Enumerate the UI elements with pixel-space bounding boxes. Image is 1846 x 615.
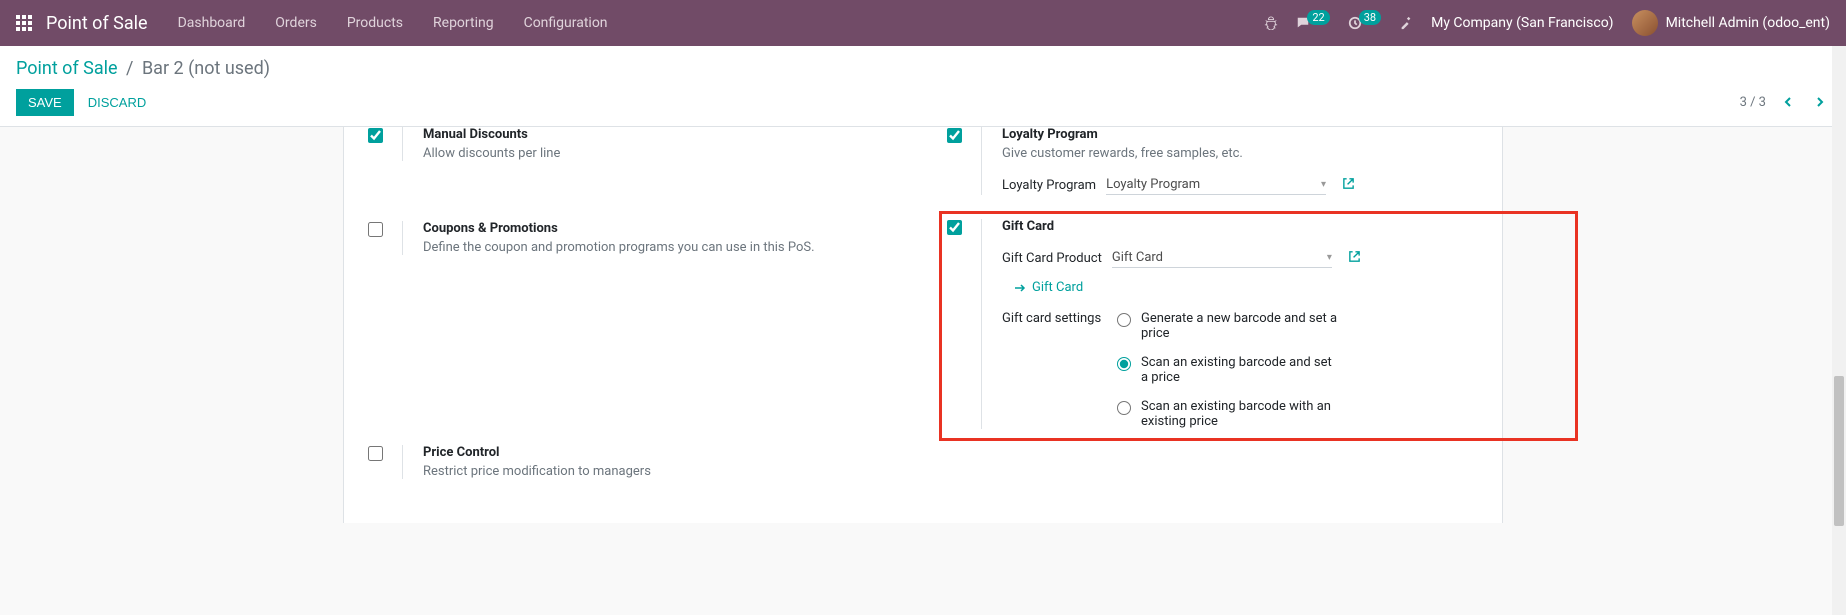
pager-prev[interactable] [1778,93,1798,112]
setting-manual-discounts: Manual Discounts Allow discounts per lin… [368,127,899,161]
company-selector[interactable]: My Company (San Francisco) [1431,15,1613,31]
nav-dashboard[interactable]: Dashboard [178,15,246,31]
gift-card-radio-scan-set[interactable]: Scan an existing barcode and set a price [1117,355,1478,385]
breadcrumb-current: Bar 2 (not used) [142,58,270,79]
content: Manual Discounts Allow discounts per lin… [0,127,1846,523]
form-sheet: Manual Discounts Allow discounts per lin… [343,127,1503,523]
save-button[interactable]: SAVE [16,89,74,116]
scrollbar-thumb[interactable] [1834,376,1844,526]
external-link-icon[interactable] [1348,250,1361,267]
gift-card-settings-label: Gift card settings [1002,311,1107,326]
nav-right: 22 38 My Company (San Francisco) Mitchel… [1264,10,1830,36]
loyalty-desc: Give customer rewards, free samples, etc… [1002,146,1478,161]
user-name: Mitchell Admin (odoo_ent) [1666,15,1830,31]
pager-next[interactable] [1810,93,1830,112]
activity-icon[interactable]: 38 [1348,16,1381,31]
gift-card-checkbox[interactable] [947,220,962,235]
activity-badge: 38 [1359,10,1381,25]
subheader: Point of Sale / Bar 2 (not used) SAVE DI… [0,46,1846,127]
external-link-icon[interactable] [1342,177,1355,194]
setting-coupons: Coupons & Promotions Define the coupon a… [368,221,899,255]
loyalty-title: Loyalty Program [1002,127,1478,142]
loyalty-program-select[interactable]: Loyalty Program ▾ [1106,175,1326,195]
setting-price-control: Price Control Restrict price modificatio… [368,445,899,479]
messages-badge: 22 [1307,10,1329,25]
chevron-down-icon: ▾ [1327,252,1332,263]
gift-card-link[interactable]: Gift Card [1014,280,1083,295]
loyalty-checkbox[interactable] [947,128,962,143]
apps-icon[interactable] [16,15,32,31]
breadcrumb-root[interactable]: Point of Sale [16,58,118,79]
loyalty-field-label: Loyalty Program [1002,178,1096,193]
price-control-title: Price Control [423,445,899,460]
nav-reporting[interactable]: Reporting [433,15,494,31]
setting-gift-card: Gift Card Gift Card Product Gift Card ▾ [947,219,1478,429]
gift-card-radio-generate[interactable]: Generate a new barcode and set a price [1117,311,1478,341]
manual-discounts-checkbox[interactable] [368,128,383,143]
scrollbar[interactable] [1832,46,1846,615]
manual-discounts-title: Manual Discounts [423,127,899,142]
coupons-desc: Define the coupon and promotion programs… [423,240,899,255]
app-title[interactable]: Point of Sale [46,13,148,34]
nav-configuration[interactable]: Configuration [524,15,608,31]
gift-card-product-select[interactable]: Gift Card ▾ [1112,248,1332,268]
setting-loyalty: Loyalty Program Give customer rewards, f… [947,127,1478,195]
bug-icon[interactable] [1264,16,1278,30]
nav-orders[interactable]: Orders [275,15,317,31]
price-control-checkbox[interactable] [368,446,383,461]
nav-menu: Dashboard Orders Products Reporting Conf… [178,15,1265,31]
messages-icon[interactable]: 22 [1296,16,1329,31]
coupons-title: Coupons & Promotions [423,221,899,236]
pager: 3 / 3 [1740,93,1830,112]
pager-text: 3 / 3 [1740,95,1766,110]
user-menu[interactable]: Mitchell Admin (odoo_ent) [1632,10,1830,36]
discard-button[interactable]: DISCARD [88,95,147,110]
avatar [1632,10,1658,36]
manual-discounts-desc: Allow discounts per line [423,146,899,161]
nav-products[interactable]: Products [347,15,403,31]
gift-card-radio-scan-existing[interactable]: Scan an existing barcode with an existin… [1117,399,1478,429]
top-nav: Point of Sale Dashboard Orders Products … [0,0,1846,46]
breadcrumb: Point of Sale / Bar 2 (not used) [16,58,1830,79]
chevron-down-icon: ▾ [1321,179,1326,190]
gift-card-title: Gift Card [1002,219,1478,234]
price-control-desc: Restrict price modification to managers [423,464,899,479]
gift-card-product-label: Gift Card Product [1002,251,1102,266]
coupons-checkbox[interactable] [368,222,383,237]
tools-icon[interactable] [1399,16,1413,30]
